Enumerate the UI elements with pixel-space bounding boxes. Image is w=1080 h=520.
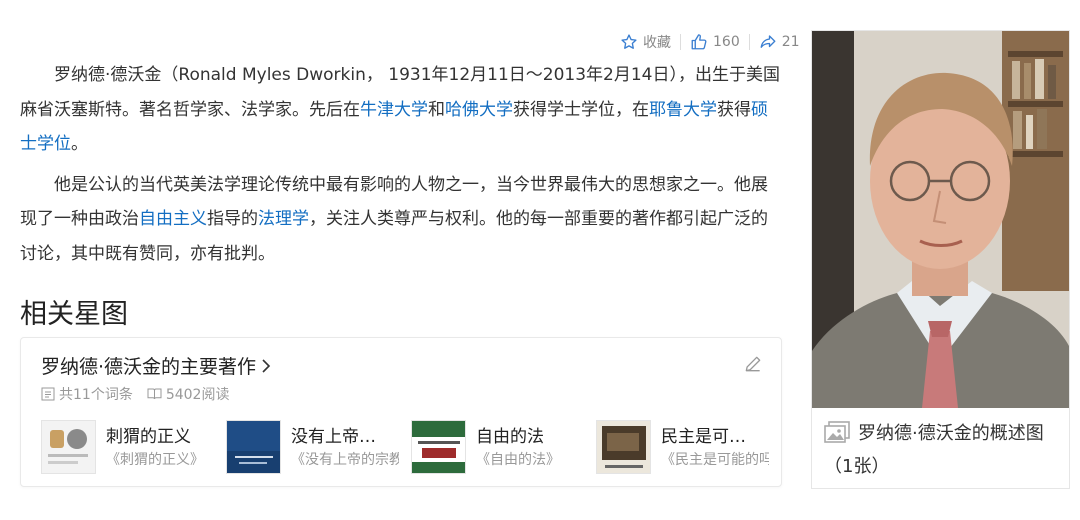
portrait-photo[interactable]: [812, 31, 1069, 408]
link-liberalism[interactable]: 自由主义: [139, 209, 207, 229]
like-count: 160: [713, 34, 740, 50]
action-bar: 收藏 160 21: [620, 30, 800, 54]
book-subtitle: 《刺猬的正义》: [106, 452, 204, 468]
list-icon: [41, 387, 55, 401]
thumbs-up-icon: [691, 34, 707, 50]
share-button[interactable]: 21: [759, 33, 800, 51]
book-item[interactable]: 刺猬的正义 《刺猬的正义》: [41, 420, 226, 474]
edit-pencil-icon[interactable]: [743, 354, 763, 374]
related-card-title-link[interactable]: 罗纳德·德沃金的主要著作: [41, 352, 272, 379]
link-harvard[interactable]: 哈佛大学: [445, 100, 513, 120]
read-count: 5402阅读: [147, 384, 230, 404]
book-cover-image: [41, 420, 96, 474]
book-title: 自由的法: [476, 427, 544, 447]
share-count: 21: [781, 34, 800, 50]
book-cover-image: [411, 420, 466, 474]
star-icon: [621, 34, 637, 49]
book-item[interactable]: 没有上帝… 《没有上帝的宗教》: [226, 420, 411, 474]
text-segment: 和: [428, 99, 445, 120]
text-segment: 。: [71, 134, 88, 154]
summary-paragraph-1: 罗纳德·德沃金（Ronald Myles Dworkin， 1931年12月11…: [20, 58, 782, 162]
book-cover-image: [226, 420, 281, 474]
link-jurisprudence[interactable]: 法理学: [258, 209, 309, 229]
book-title: 民主是可…: [661, 427, 746, 447]
summary-text: 罗纳德·德沃金（Ronald Myles Dworkin， 1931年12月11…: [20, 58, 782, 277]
link-oxford[interactable]: 牛津大学: [360, 100, 428, 120]
summary-picture-caption[interactable]: 罗纳德·德沃金的概述图（1张）: [824, 417, 1064, 483]
text-segment: 指导的: [207, 209, 258, 229]
related-section-title: 相关星图: [20, 299, 128, 330]
book-title: 刺猬的正义: [106, 427, 191, 447]
card-meta: 共11个词条 5402阅读: [41, 384, 229, 404]
term-count-label: 共11个词条: [59, 387, 133, 403]
related-card-title: 罗纳德·德沃金的主要著作: [41, 356, 257, 378]
chevron-right-icon: [262, 358, 271, 373]
like-button[interactable]: 160: [690, 33, 740, 51]
favorite-button[interactable]: 收藏: [620, 32, 671, 52]
image-icon: [824, 421, 850, 443]
book-item[interactable]: 民主是可… 《民主是可能的吗》: [596, 420, 781, 474]
book-icon: [147, 388, 162, 400]
portrait-image: [812, 31, 1069, 408]
book-title: 没有上帝…: [291, 427, 376, 447]
text-segment: 获得学士学位，在: [513, 99, 649, 120]
divider: [748, 34, 750, 50]
book-subtitle: 《民主是可能的吗》: [661, 452, 769, 468]
book-cover-image: [596, 420, 651, 474]
share-icon: [760, 35, 776, 48]
book-list: 刺猬的正义 《刺猬的正义》 没有上帝… 《没有上帝的宗教》: [41, 420, 781, 474]
summary-picture-caption-text: 罗纳德·德沃金的概述图（1张）: [824, 423, 1044, 477]
book-subtitle: 《没有上帝的宗教》: [291, 452, 399, 468]
divider: [680, 34, 681, 50]
summary-picture-card[interactable]: 罗纳德·德沃金的概述图（1张）: [811, 30, 1070, 489]
summary-paragraph-2: 他是公认的当代英美法学理论传统中最有影响的人物之一，当今世界最伟大的思想家之一。…: [20, 168, 782, 272]
term-count: 共11个词条: [41, 384, 133, 404]
book-subtitle: 《自由的法》: [476, 452, 560, 468]
related-card: 罗纳德·德沃金的主要著作 共11个词条 5402阅读 刺猬的正义 《刺猬的正义》: [20, 337, 782, 487]
read-count-label: 5402阅读: [165, 387, 230, 403]
link-yale[interactable]: 耶鲁大学: [649, 100, 717, 120]
text-segment: 获得: [717, 99, 751, 120]
favorite-label: 收藏: [643, 35, 671, 51]
book-item[interactable]: 自由的法 《自由的法》: [411, 420, 596, 474]
